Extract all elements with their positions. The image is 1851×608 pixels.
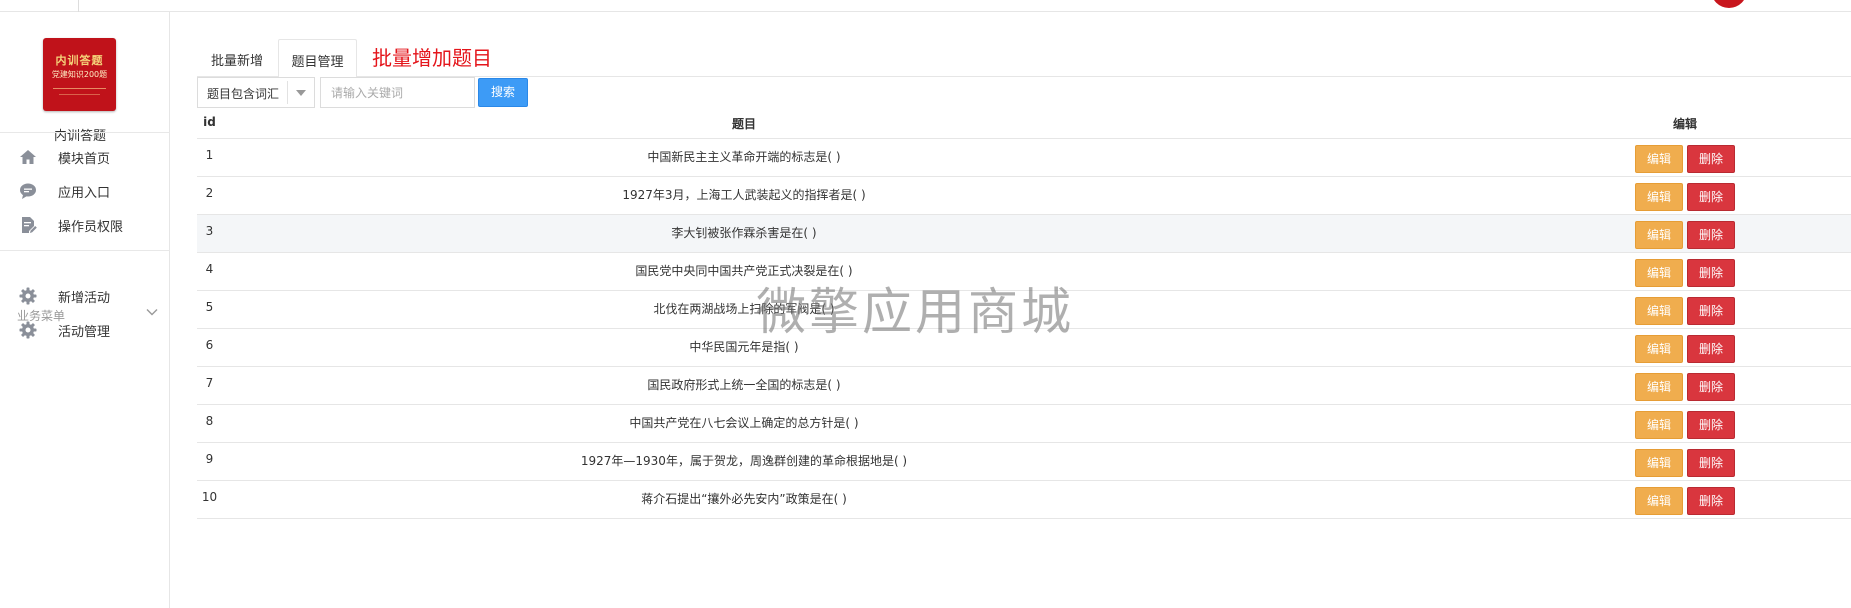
gear-icon <box>19 321 37 339</box>
cell-id: 4 <box>205 262 214 276</box>
cell-id: 6 <box>205 338 214 352</box>
column-header-question: 题目 <box>731 117 756 131</box>
column-header-actions: 编辑 <box>1672 117 1697 131</box>
sidebar-item-label: 操作员权限 <box>58 220 124 235</box>
sidebar-item-activity-management[interactable]: 活动管理 <box>0 312 170 348</box>
edit-button[interactable]: 编辑 <box>1635 335 1683 363</box>
cell-question: 李大钊被张作霖杀害是在( ) <box>671 226 817 240</box>
delete-button[interactable]: 删除 <box>1687 449 1735 477</box>
table-row: 2 1927年3月，上海工人武装起义的指挥者是( ) 编辑 删除 <box>197 177 1851 215</box>
cell-id: 3 <box>205 224 214 238</box>
cell-id: 8 <box>205 414 214 428</box>
caret-down-icon <box>296 90 306 96</box>
table-header: id 题目 编辑 <box>197 112 1851 139</box>
edit-button[interactable]: 编辑 <box>1635 297 1683 325</box>
table-row: 8 中国共产党在八七会议上确定的总方针是( ) 编辑 删除 <box>197 405 1851 443</box>
cell-id: 2 <box>205 186 214 200</box>
edit-button[interactable]: 编辑 <box>1635 373 1683 401</box>
edit-button[interactable]: 编辑 <box>1635 449 1683 477</box>
delete-button[interactable]: 删除 <box>1687 259 1735 287</box>
table-row: 7 国民政府形式上统一全国的标志是( ) 编辑 删除 <box>197 367 1851 405</box>
gear-icon <box>19 287 37 305</box>
cell-question: 国民政府形式上统一全国的标志是( ) <box>647 378 841 392</box>
delete-button[interactable]: 删除 <box>1687 183 1735 211</box>
home-icon <box>20 150 36 164</box>
cell-question: 1927年3月，上海工人武装起义的指挥者是( ) <box>622 188 866 202</box>
edit-button[interactable]: 编辑 <box>1635 411 1683 439</box>
table-row: 6 中华民国元年是指( ) 编辑 删除 <box>197 329 1851 367</box>
sidebar-item-operator-permissions[interactable]: 操作员权限 <box>0 207 170 243</box>
logo-title: 内训答题 <box>55 54 104 67</box>
edit-button[interactable]: 编辑 <box>1635 487 1683 515</box>
cell-id: 9 <box>205 452 214 466</box>
cell-question: 中国共产党在八七会议上确定的总方针是( ) <box>629 416 859 430</box>
edit-button[interactable]: 编辑 <box>1635 221 1683 249</box>
sidebar-item-label: 应用入口 <box>58 186 111 201</box>
cell-id: 7 <box>205 376 214 390</box>
cell-id: 10 <box>201 490 218 504</box>
delete-button[interactable]: 删除 <box>1687 297 1735 325</box>
search-field-select[interactable]: 题目包含词汇 <box>197 77 315 108</box>
table-row: 10 蒋介石提出“攘外必先安内”政策是在( ) 编辑 删除 <box>197 481 1851 519</box>
search-input[interactable] <box>320 77 475 108</box>
top-bar-divider <box>78 0 79 12</box>
app-logo: 内训答题 党建知识200题 <box>43 38 116 111</box>
page-title: 批量增加题目 <box>372 46 492 70</box>
sidebar-main-menu: 模块首页 应用入口 操作员权限 <box>0 132 170 250</box>
select-divider <box>287 81 288 104</box>
column-header-id: id <box>203 115 216 129</box>
cell-question: 中华民国元年是指( ) <box>689 340 799 354</box>
select-value: 题目包含词汇 <box>207 87 280 101</box>
table-row: 5 北伐在两湖战场上扫除的军阀是( ) 编辑 删除 <box>197 291 1851 329</box>
table-row: 3 李大钊被张作霖杀害是在( ) 编辑 删除 <box>197 215 1851 253</box>
delete-button[interactable]: 删除 <box>1687 411 1735 439</box>
sidebar-item-label: 模块首页 <box>58 152 111 167</box>
cell-id: 1 <box>205 148 214 162</box>
sidebar-item-label: 活动管理 <box>58 325 111 340</box>
sidebar: 内训答题 党建知识200题 内训答题 模块首页 应用入口 操作员权限 业务菜单 … <box>0 12 170 608</box>
delete-button[interactable]: 删除 <box>1687 145 1735 173</box>
user-avatar[interactable] <box>1711 0 1747 8</box>
tab-question-management[interactable]: 题目管理 <box>278 39 357 78</box>
delete-button[interactable]: 删除 <box>1687 221 1735 249</box>
delete-button[interactable]: 删除 <box>1687 335 1735 363</box>
cell-question: 北伐在两湖战场上扫除的军阀是( ) <box>653 302 835 316</box>
logo-line <box>53 88 106 89</box>
edit-button[interactable]: 编辑 <box>1635 259 1683 287</box>
document-edit-icon <box>22 217 37 233</box>
top-bar <box>0 0 1851 12</box>
table-row: 1 中国新民主主义革命开端的标志是( ) 编辑 删除 <box>197 139 1851 177</box>
table-row: 4 国民党中央同中国共产党正式决裂是在( ) 编辑 删除 <box>197 253 1851 291</box>
sidebar-item-new-activity[interactable]: 新增活动 <box>0 278 170 314</box>
logo-subtitle: 党建知识200题 <box>51 70 108 79</box>
cell-id: 5 <box>205 300 214 314</box>
delete-button[interactable]: 删除 <box>1687 373 1735 401</box>
edit-button[interactable]: 编辑 <box>1635 145 1683 173</box>
cell-question: 1927年—1930年，属于贺龙，周逸群创建的革命根据地是( ) <box>580 454 908 468</box>
sidebar-item-label: 新增活动 <box>58 291 111 306</box>
tab-batch-add[interactable]: 批量新增 <box>197 39 277 77</box>
table-row: 9 1927年—1930年，属于贺龙，周逸群创建的革命根据地是( ) 编辑 删除 <box>197 443 1851 481</box>
logo-line <box>59 94 100 95</box>
cell-question: 国民党中央同中国共产党正式决裂是在( ) <box>635 264 853 278</box>
cell-question: 中国新民主主义革命开端的标志是( ) <box>647 150 841 164</box>
sidebar-item-home[interactable]: 模块首页 <box>0 139 170 175</box>
search-button[interactable]: 搜索 <box>478 78 528 107</box>
cell-question: 蒋介石提出“攘外必先安内”政策是在( ) <box>641 492 847 506</box>
edit-button[interactable]: 编辑 <box>1635 183 1683 211</box>
sidebar-item-app-entry[interactable]: 应用入口 <box>0 173 170 209</box>
delete-button[interactable]: 删除 <box>1687 487 1735 515</box>
chat-icon <box>20 183 36 199</box>
